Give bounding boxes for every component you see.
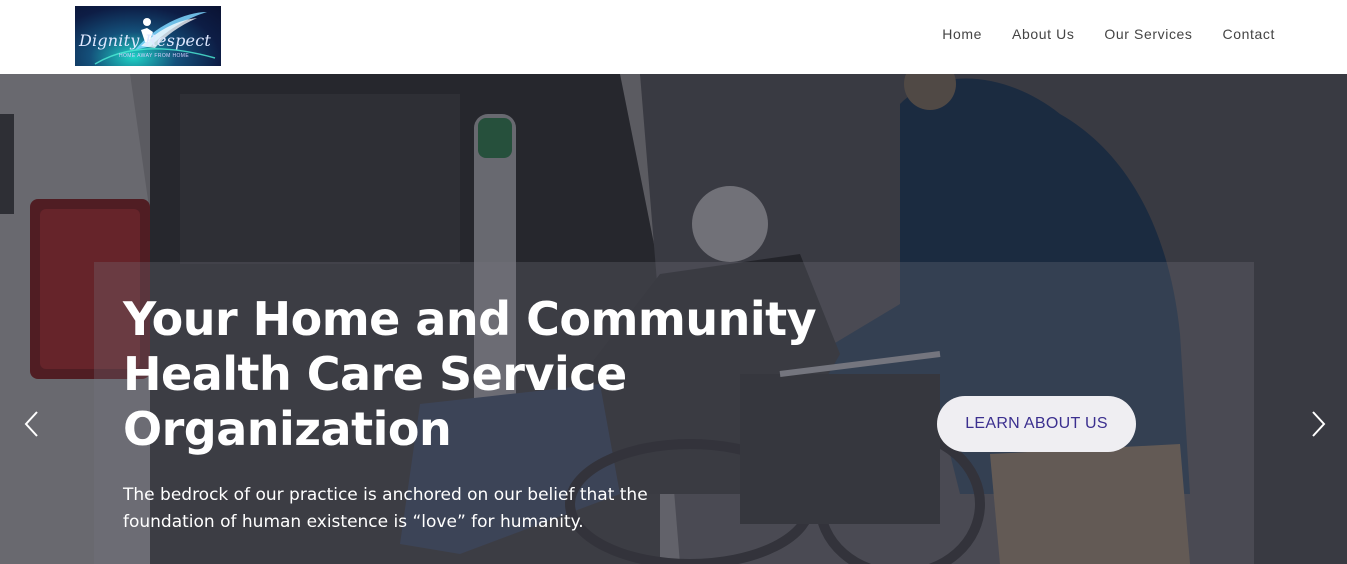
nav-contact[interactable]: Contact [1223,26,1275,42]
logo-title: Dignity Respect [79,31,211,50]
chevron-right-icon[interactable] [1308,410,1328,438]
main-nav: Home About Us Our Services Contact [942,26,1275,42]
learn-about-us-button[interactable]: LEARN ABOUT US [937,396,1136,452]
nav-our-services[interactable]: Our Services [1104,26,1192,42]
nav-about-us[interactable]: About Us [1012,26,1074,42]
hero-headline: Your Home and Community Health Care Serv… [123,292,817,456]
logo-tagline: HOME AWAY FROM HOME [119,53,190,59]
chevron-left-icon[interactable] [22,410,42,438]
site-logo[interactable]: Dignity Respect HOME AWAY FROM HOME [75,6,221,66]
hero-slider: Your Home and Community Health Care Serv… [0,74,1347,564]
site-header: Dignity Respect HOME AWAY FROM HOME Home… [0,0,1347,74]
nav-home[interactable]: Home [942,26,982,42]
hero-subtext: The bedrock of our practice is anchored … [123,485,648,532]
